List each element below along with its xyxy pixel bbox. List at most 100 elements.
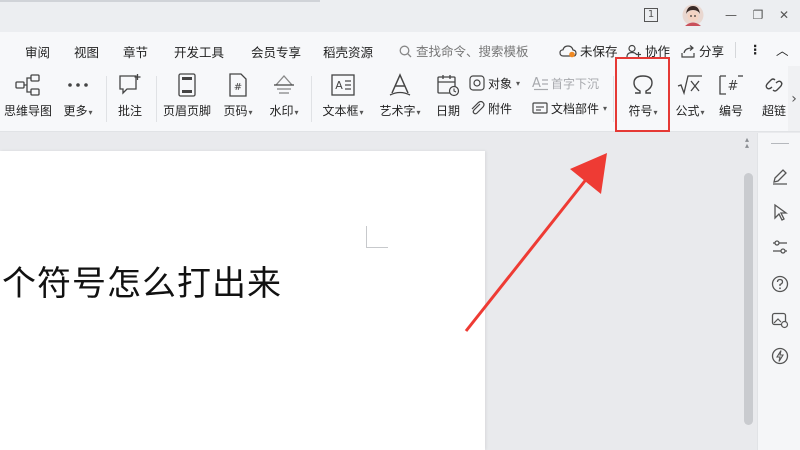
doc-parts-icon: [532, 102, 548, 114]
ribbon-divider: [106, 76, 107, 122]
more-label: 更多▾: [63, 104, 93, 118]
object-button[interactable]: 对象 ▾: [469, 72, 520, 94]
save-status[interactable]: 未保存: [559, 41, 618, 60]
restore-icon[interactable]: ❐: [749, 8, 767, 22]
more-menu-icon[interactable]: ⋮: [749, 42, 762, 57]
dropcap-button[interactable]: A 首字下沉: [532, 72, 599, 94]
hyperlink-label: 超链: [761, 104, 786, 118]
dropcap-icon: A: [532, 76, 548, 91]
hyperlink-button[interactable]: 超链: [760, 70, 788, 126]
search-icon: [399, 45, 412, 58]
vertical-scrollbar[interactable]: ▴ ▴: [741, 133, 757, 450]
more-button[interactable]: 更多▾: [58, 70, 98, 126]
collapse-ribbon-icon[interactable]: ︿: [776, 40, 789, 59]
ribbon-divider: [156, 76, 157, 122]
watermark-button[interactable]: 水印▾: [263, 70, 305, 126]
tab-view[interactable]: 视图: [74, 42, 99, 61]
comment-icon: [116, 70, 144, 100]
command-search[interactable]: 查找命令、搜索模板: [399, 41, 529, 60]
window-count-icon[interactable]: 1: [641, 8, 661, 22]
calendar-icon: [434, 70, 462, 100]
document-text[interactable]: 个符号怎么打出来: [2, 256, 282, 305]
mindmap-icon: [14, 70, 42, 100]
minimize-icon[interactable]: —: [722, 8, 740, 22]
document-page[interactable]: 个符号怎么打出来: [0, 151, 485, 450]
title-strip: 1 — ❐ ✕: [0, 0, 800, 32]
mindmap-label: 思维导图: [3, 104, 52, 118]
tab-chapter[interactable]: 章节: [123, 42, 148, 61]
ribbon-divider: [311, 76, 312, 122]
numbering-button[interactable]: # 编号: [714, 70, 748, 126]
tab-review[interactable]: 审阅: [25, 42, 50, 61]
svg-text:A: A: [532, 76, 541, 91]
margin-corner-mark: [366, 226, 388, 248]
tab-developer[interactable]: 开发工具: [174, 42, 224, 61]
numbering-label: 编号: [718, 104, 743, 118]
image-settings-icon[interactable]: [770, 310, 790, 330]
save-status-label: 未保存: [580, 44, 618, 59]
share-icon: [681, 44, 695, 58]
header-footer-label: 页眉页脚: [162, 104, 211, 118]
page-number-label: 页码▾: [223, 104, 253, 118]
doc-parts-label: 文档部件: [551, 101, 600, 116]
wordart-button[interactable]: 艺术字▾: [376, 70, 424, 126]
link-icon: [760, 70, 788, 100]
ribbon-scroll-right-icon[interactable]: ›: [788, 66, 800, 131]
formula-label: 公式▾: [675, 104, 705, 118]
doc-parts-button[interactable]: 文档部件 ▾: [532, 97, 607, 119]
object-label: 对象: [488, 76, 513, 91]
attachment-button[interactable]: 附件: [469, 97, 512, 119]
menu-bar: 审阅 视图 章节 开发工具 会员专享 稻壳资源 查找命令、搜索模板 未保存 协作: [0, 32, 800, 66]
numbering-icon: #: [717, 70, 745, 100]
document-area: 个符号怎么打出来: [0, 133, 757, 450]
watermark-label: 水印▾: [269, 104, 299, 118]
search-placeholder: 查找命令、搜索模板: [415, 44, 529, 59]
textbox-button[interactable]: A 文本框▾: [318, 70, 368, 126]
menu-divider: [735, 42, 736, 58]
select-cursor-icon[interactable]: [770, 202, 790, 222]
page-number-icon: #: [224, 70, 252, 100]
watermark-icon: [270, 70, 298, 100]
ribbon-divider: [613, 76, 614, 122]
collaborate-icon: [626, 44, 641, 57]
attachment-label: 附件: [488, 101, 513, 116]
symbol-highlight-box: [615, 57, 670, 132]
tab-member[interactable]: 会员专享: [251, 42, 301, 61]
object-icon: [469, 75, 485, 91]
dropcap-label: 首字下沉: [551, 76, 600, 91]
lightning-icon[interactable]: [770, 346, 790, 366]
adjust-sliders-icon[interactable]: [770, 237, 790, 257]
comment-button[interactable]: 批注: [112, 70, 148, 126]
more-dots-icon: [64, 70, 92, 100]
scroll-up-double-icon[interactable]: ▴ ▴: [745, 136, 749, 150]
pen-icon[interactable]: [770, 166, 790, 186]
share-label: 分享: [699, 44, 725, 59]
share-button[interactable]: 分享: [681, 41, 724, 60]
tab-docer-resources[interactable]: 稻壳资源: [323, 42, 373, 61]
comment-label: 批注: [117, 104, 142, 118]
right-sidebar: [757, 133, 800, 450]
cloud-sync-icon: [559, 44, 577, 57]
header-footer-icon: [173, 70, 201, 100]
textbox-label: 文本框▾: [322, 104, 364, 118]
document-tab-remnant[interactable]: [0, 0, 320, 2]
svg-text:#: #: [234, 82, 242, 93]
header-footer-button[interactable]: 页眉页脚: [160, 70, 214, 126]
date-button[interactable]: 日期: [432, 70, 464, 126]
textbox-icon: A: [329, 70, 357, 100]
wordart-icon: [386, 70, 414, 100]
formula-button[interactable]: 公式▾: [670, 70, 710, 126]
sidebar-handle[interactable]: [771, 143, 789, 144]
help-icon[interactable]: [770, 274, 790, 294]
svg-text:A: A: [335, 79, 343, 92]
paperclip-icon: [471, 100, 485, 115]
close-icon[interactable]: ✕: [775, 8, 793, 22]
user-avatar[interactable]: [682, 4, 704, 26]
ribbon-toolbar: 思维导图 更多▾ 批注 页眉页脚 # 页码▾ 水印▾ A 文本框▾ 艺术字▾ 日…: [0, 66, 800, 132]
wordart-label: 艺术字▾: [379, 104, 421, 118]
page-number-button[interactable]: # 页码▾: [218, 70, 258, 126]
formula-icon: [676, 70, 704, 100]
mindmap-button[interactable]: 思维导图: [2, 70, 54, 126]
svg-text:#: #: [728, 79, 739, 94]
scrollbar-thumb[interactable]: [744, 173, 753, 425]
